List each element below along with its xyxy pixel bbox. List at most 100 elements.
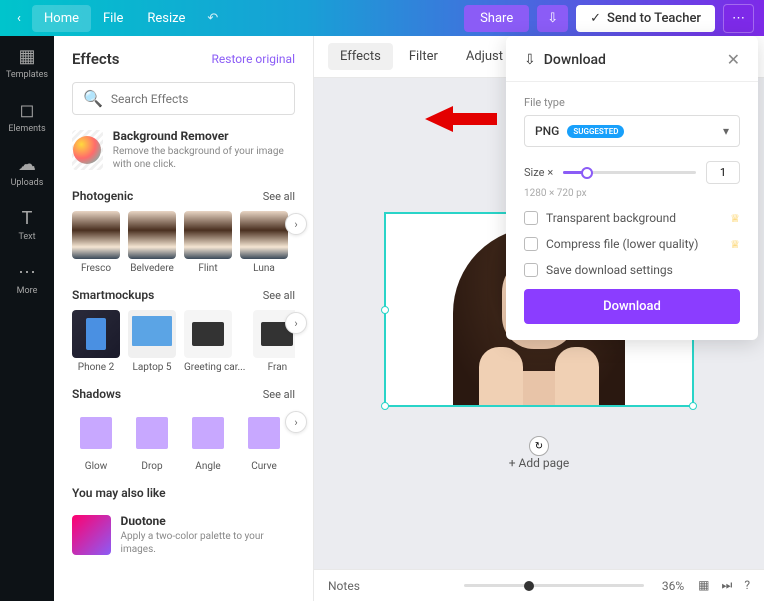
mockup-thumb[interactable]: Phone 2	[72, 310, 120, 373]
checkbox[interactable]	[524, 263, 538, 277]
undo-icon[interactable]: ↶	[207, 11, 218, 26]
scroll-right-icon[interactable]: ›	[285, 312, 307, 334]
more-icon: ⋯	[0, 262, 54, 283]
download-header: ⇩ Download ✕	[506, 36, 758, 82]
effect-thumb[interactable]: Luna	[240, 211, 288, 274]
rotate-icon[interactable]: ↻	[529, 436, 549, 456]
search-input[interactable]	[111, 92, 284, 106]
resize-handle[interactable]	[689, 402, 697, 410]
chevron-down-icon: ▾	[723, 124, 729, 138]
transparent-checkbox-row[interactable]: Transparent background♕	[524, 211, 740, 225]
checkbox[interactable]	[524, 237, 538, 251]
send-to-teacher-button[interactable]: ✓ Send to Teacher	[576, 5, 715, 32]
nav-text[interactable]: TText	[0, 198, 54, 252]
effect-thumb[interactable]: Fresco	[72, 211, 120, 274]
crown-icon: ♕	[730, 212, 740, 225]
see-all-link[interactable]: See all	[263, 388, 295, 401]
scroll-right-icon[interactable]: ›	[285, 213, 307, 235]
back-icon[interactable]: ‹	[10, 11, 28, 26]
download-icon: ⇩	[524, 52, 536, 68]
side-nav: ▦ Templates ◻Elements ☁Uploads TText ⋯Mor…	[0, 36, 54, 601]
more-menu-button[interactable]: ⋯	[723, 4, 754, 33]
check-icon: ✓	[590, 11, 601, 26]
bgr-text: Background Remover Remove the background…	[113, 129, 295, 171]
see-all-link[interactable]: See all	[263, 289, 295, 302]
home-button[interactable]: Home	[32, 5, 91, 32]
nav-label: Templates	[6, 70, 48, 80]
ymal-desc: Apply a two-color palette to your images…	[121, 530, 295, 556]
checkbox[interactable]	[524, 211, 538, 225]
effect-thumb[interactable]: Belvedere	[128, 211, 176, 274]
thumb-label: Glow	[72, 461, 120, 472]
nav-uploads[interactable]: ☁Uploads	[0, 144, 54, 198]
topbar-right: Share ⇩ ✓ Send to Teacher ⋯	[464, 4, 754, 33]
shadow-thumb[interactable]: Glow	[72, 409, 120, 472]
resize-handle[interactable]	[381, 402, 389, 410]
nav-templates[interactable]: ▦ Templates	[0, 36, 54, 90]
nav-more[interactable]: ⋯More	[0, 252, 54, 306]
bgr-icon	[72, 130, 103, 170]
footer-bar: Notes 36% ▦ ⏭ ?	[314, 569, 764, 601]
search-icon: 🔍	[83, 89, 103, 108]
scroll-right-icon[interactable]: ›	[285, 411, 307, 433]
download-panel: ⇩Download ✕ File type PNG SUGGESTED ▾ Si…	[506, 36, 758, 340]
filetype-label: File type	[524, 96, 740, 109]
shadow-thumb[interactable]: Drop	[128, 409, 176, 472]
background-remover[interactable]: Background Remover Remove the background…	[72, 129, 295, 171]
restore-original-link[interactable]: Restore original	[212, 52, 295, 66]
download-icon-button[interactable]: ⇩	[537, 5, 568, 32]
download-button[interactable]: Download	[524, 289, 740, 324]
thumb-label: Fresco	[72, 263, 120, 274]
filetype-value: PNG	[535, 124, 559, 138]
add-page-button[interactable]: + Add page	[509, 456, 570, 470]
see-all-link[interactable]: See all	[263, 190, 295, 203]
fullscreen-icon[interactable]: ⏭	[722, 578, 733, 593]
section-photogenic: Photogenic See all Fresco Belvedere Flint…	[72, 189, 295, 274]
nav-elements[interactable]: ◻Elements	[0, 90, 54, 144]
download-title: Download	[544, 52, 606, 68]
section-title: Photogenic	[72, 189, 133, 203]
tool-filter[interactable]: Filter	[397, 43, 450, 70]
save-settings-checkbox-row[interactable]: Save download settings	[524, 263, 740, 277]
thumb-label: Drop	[128, 461, 176, 472]
section-title: You may also like	[72, 486, 166, 500]
grid-view-icon[interactable]: ▦	[698, 578, 709, 593]
search-box[interactable]: 🔍	[72, 82, 295, 115]
teacher-label: Send to Teacher	[607, 11, 701, 26]
effect-thumb[interactable]: Flint	[184, 211, 232, 274]
thumb-label: Greeting car...	[184, 362, 245, 373]
thumb-label: Angle	[184, 461, 232, 472]
filetype-select[interactable]: PNG SUGGESTED ▾	[524, 115, 740, 147]
top-bar: ‹ Home File Resize ↶ Share ⇩ ✓ Send to Te…	[0, 0, 764, 36]
notes-button[interactable]: Notes	[328, 579, 360, 593]
section-smartmockups: Smartmockups See all Phone 2 Laptop 5 Gre…	[72, 288, 295, 373]
file-menu[interactable]: File	[91, 5, 135, 32]
duotone-icon	[72, 515, 111, 555]
ymal-item[interactable]: DuotoneApply a two-color palette to your…	[72, 514, 295, 556]
compress-checkbox-row[interactable]: Compress file (lower quality)♕	[524, 237, 740, 251]
resize-menu[interactable]: Resize	[135, 5, 197, 32]
checkbox-label: Save download settings	[546, 263, 673, 277]
crown-icon: ♕	[730, 238, 740, 251]
mockup-thumb[interactable]: Laptop 5	[128, 310, 176, 373]
zoom-slider[interactable]	[464, 584, 644, 587]
close-icon[interactable]: ✕	[727, 50, 740, 69]
share-button[interactable]: Share	[464, 5, 529, 32]
size-slider[interactable]	[563, 171, 696, 174]
size-input[interactable]	[706, 161, 740, 184]
zoom-value[interactable]: 36%	[662, 579, 684, 593]
help-icon[interactable]: ?	[744, 578, 750, 593]
templates-icon: ▦	[0, 46, 54, 67]
nav-label: Text	[18, 232, 35, 242]
mockup-thumb[interactable]: Greeting car...	[184, 310, 245, 373]
elements-icon: ◻	[0, 100, 54, 121]
shadow-thumb[interactable]: Curve	[240, 409, 288, 472]
bgr-desc: Remove the background of your image with…	[113, 145, 295, 171]
section-title: Smartmockups	[72, 288, 154, 302]
nav-label: Uploads	[11, 178, 44, 188]
effects-panel: Effects Restore original 🔍 Background Re…	[54, 36, 314, 601]
tool-effects[interactable]: Effects	[328, 43, 393, 70]
shadow-thumb[interactable]: Angle	[184, 409, 232, 472]
resize-handle[interactable]	[381, 306, 389, 314]
thumb-label: Flint	[184, 263, 232, 274]
